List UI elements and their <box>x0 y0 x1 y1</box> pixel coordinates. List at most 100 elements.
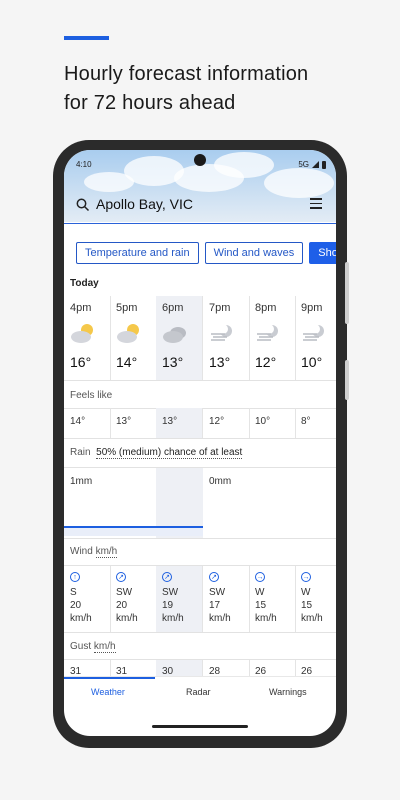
hazy-moon-icon <box>257 324 278 341</box>
wind-direction-icon: → <box>301 572 311 582</box>
hour-column: 4pm 16° <box>64 296 111 380</box>
feels-like-value: 12° <box>203 408 250 438</box>
hour-time: 7pm <box>209 302 231 314</box>
wind-direction: W <box>301 587 311 598</box>
status-icons: 5G <box>298 160 326 169</box>
hourly-row: 4pm 16° 5pm 14° 6pm 13° 7pm 13° 8pm 12° … <box>64 296 336 380</box>
chip-wind-waves[interactable]: Wind and waves <box>204 242 304 264</box>
gust-label-row: Gust km/h <box>70 641 116 653</box>
search-icon[interactable] <box>76 198 90 212</box>
menu-icon[interactable] <box>310 198 324 210</box>
feels-like-label: Feels like <box>70 390 113 401</box>
wind-unit: km/h <box>209 613 231 624</box>
wind-speed: 20 <box>116 600 128 611</box>
wind-direction: SW <box>162 587 179 598</box>
home-indicator[interactable] <box>152 725 248 728</box>
wind-direction-icon: → <box>255 572 265 582</box>
hazy-moon-icon <box>211 324 232 341</box>
hour-column: 9pm 10° <box>295 296 336 380</box>
battery-icon <box>322 160 326 169</box>
wind-unit: km/h <box>255 613 277 624</box>
wind-label: Wind <box>70 546 93 557</box>
location-name[interactable]: Apollo Bay, VIC <box>96 196 193 212</box>
wind-unit-link[interactable]: km/h <box>95 546 118 558</box>
hour-time: 4pm <box>70 302 92 314</box>
divider <box>64 538 336 539</box>
nav-warnings-tab[interactable]: Warnings <box>269 687 307 697</box>
gust-label: Gust <box>70 641 92 652</box>
network-label: 5G <box>298 160 309 169</box>
wind-cell: → W 15 km/h <box>295 566 336 632</box>
wind-speed: 17 <box>209 600 221 611</box>
partly-sunny-icon <box>71 324 93 343</box>
wind-direction: SW <box>116 587 133 598</box>
hour-temp: 13° <box>162 354 184 370</box>
feels-like-row: 14° 13° 13° 12° 10° 8° <box>64 408 336 438</box>
nav-radar-tab[interactable]: Radar <box>186 687 211 697</box>
rain-bar <box>64 526 203 528</box>
wind-direction-icon: ↗ <box>116 572 126 582</box>
rain-chance-link[interactable]: 50% (medium) chance of at least <box>96 447 243 459</box>
headline-line-2: for 72 hours ahead <box>64 92 236 114</box>
wind-cell: ↑ S 20 km/h <box>64 566 111 632</box>
wind-direction: S <box>70 587 77 598</box>
wind-speed: 15 <box>255 600 267 611</box>
hour-column: 6pm 13° <box>156 296 203 380</box>
feels-like-value: 13° <box>156 408 203 438</box>
wind-speed: 15 <box>301 600 313 611</box>
hour-time: 5pm <box>116 302 138 314</box>
day-label: Today <box>70 278 99 289</box>
wind-speed: 19 <box>162 600 174 611</box>
rain-label: Rain <box>70 447 91 458</box>
status-time: 4:10 <box>76 160 92 169</box>
rain-amount: 1mm <box>70 476 93 487</box>
hour-time: 8pm <box>255 302 277 314</box>
bottom-nav: Weather Radar Warnings <box>64 676 336 710</box>
power-button <box>345 262 349 324</box>
view-chips: Temperature and rain Wind and waves Sho <box>76 242 336 264</box>
hour-column: 8pm 12° <box>249 296 296 380</box>
wind-cell: ↗ SW 19 km/h <box>156 566 203 632</box>
nav-weather-tab[interactable]: Weather <box>91 687 125 697</box>
hour-temp: 12° <box>255 354 277 370</box>
divider <box>64 632 336 633</box>
nav-active-indicator <box>64 677 155 679</box>
wind-direction-icon: ↑ <box>70 572 80 582</box>
wind-unit: km/h <box>70 613 92 624</box>
divider <box>64 380 336 381</box>
feels-like-value: 13° <box>110 408 157 438</box>
wind-unit: km/h <box>116 613 138 624</box>
wind-row: ↑ S 20 km/h ↗ SW 20 km/h ↗ SW 19 km/h ↗ … <box>64 566 336 632</box>
partly-sunny-icon <box>117 324 139 343</box>
wind-direction-icon: ↗ <box>209 572 219 582</box>
promo-headline: Hourly forecast information for 72 hours… <box>64 60 364 118</box>
wind-label-row: Wind km/h <box>70 546 118 558</box>
volume-button <box>345 360 349 400</box>
wind-cell: → W 15 km/h <box>249 566 296 632</box>
header-divider <box>64 223 336 224</box>
rain-bar-background <box>64 528 203 536</box>
chip-temperature-rain[interactable]: Temperature and rain <box>76 242 199 264</box>
signal-icon <box>312 161 319 168</box>
wind-direction: SW <box>209 587 226 598</box>
camera-cutout <box>194 154 206 166</box>
accent-bar <box>64 36 109 40</box>
hazy-moon-icon <box>303 324 324 341</box>
hour-column: 7pm 13° <box>203 296 250 380</box>
rain-row: 1mm 0mm <box>64 468 336 538</box>
rain-label-row: Rain 50% (medium) chance of at least <box>70 447 243 459</box>
rain-amount: 0mm <box>209 476 232 487</box>
gust-unit-link[interactable]: km/h <box>93 641 116 653</box>
hour-temp: 10° <box>301 354 323 370</box>
hour-column: 5pm 14° <box>110 296 157 380</box>
hour-temp: 16° <box>70 354 92 370</box>
wind-cell: ↗ SW 20 km/h <box>110 566 157 632</box>
hour-time: 9pm <box>301 302 323 314</box>
phone-screen: 4:10 5G Apollo Bay, VIC Temperature and … <box>64 150 336 736</box>
wind-cell: ↗ SW 17 km/h <box>203 566 250 632</box>
chip-show-more[interactable]: Sho <box>309 242 336 264</box>
hour-temp: 14° <box>116 354 138 370</box>
hour-time: 6pm <box>162 302 184 314</box>
search-bar[interactable]: Apollo Bay, VIC <box>64 186 336 224</box>
divider <box>64 438 336 439</box>
